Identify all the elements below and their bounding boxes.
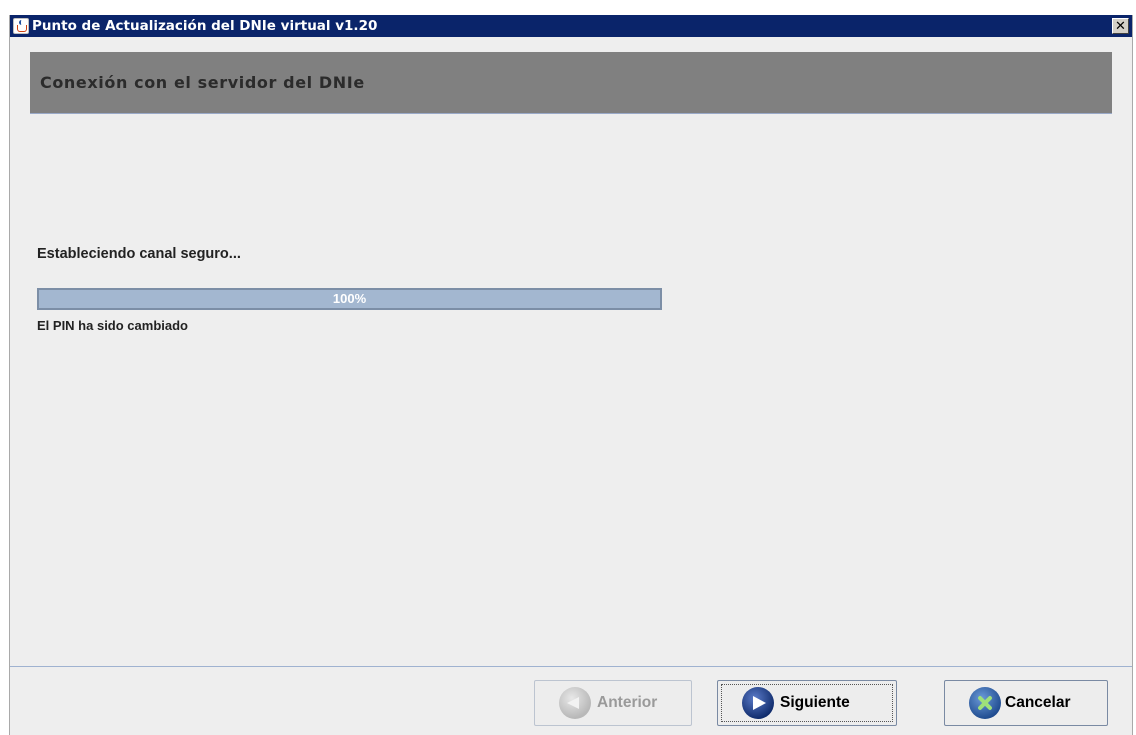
java-cup-icon — [13, 18, 29, 34]
cancel-button[interactable]: Cancelar — [944, 680, 1108, 726]
cancel-button-label: Cancelar — [1005, 694, 1071, 711]
close-icon: ✕ — [1115, 18, 1126, 34]
window-title: Punto de Actualización del DNIe virtual … — [32, 18, 378, 34]
step-header: Conexión con el servidor del DNIe — [30, 52, 1112, 114]
progress-percent-label: 100% — [332, 291, 367, 306]
close-button[interactable]: ✕ — [1112, 18, 1129, 34]
footer-divider — [10, 666, 1132, 667]
progress-bar: 100% — [37, 288, 662, 310]
previous-button[interactable]: Anterior — [534, 680, 692, 726]
step-title: Conexión con el servidor del DNIe — [40, 73, 365, 92]
arrow-right-icon — [742, 687, 774, 719]
previous-button-label: Anterior — [597, 694, 658, 711]
dialog-window: Punto de Actualización del DNIe virtual … — [9, 15, 1133, 735]
cancel-x-icon — [969, 687, 1001, 719]
arrow-left-icon — [559, 687, 591, 719]
title-bar[interactable]: Punto de Actualización del DNIe virtual … — [10, 15, 1132, 37]
next-button[interactable]: Siguiente — [717, 680, 897, 726]
status-label: Estableciendo canal seguro... — [37, 246, 241, 262]
result-label: El PIN ha sido cambiado — [37, 318, 188, 333]
